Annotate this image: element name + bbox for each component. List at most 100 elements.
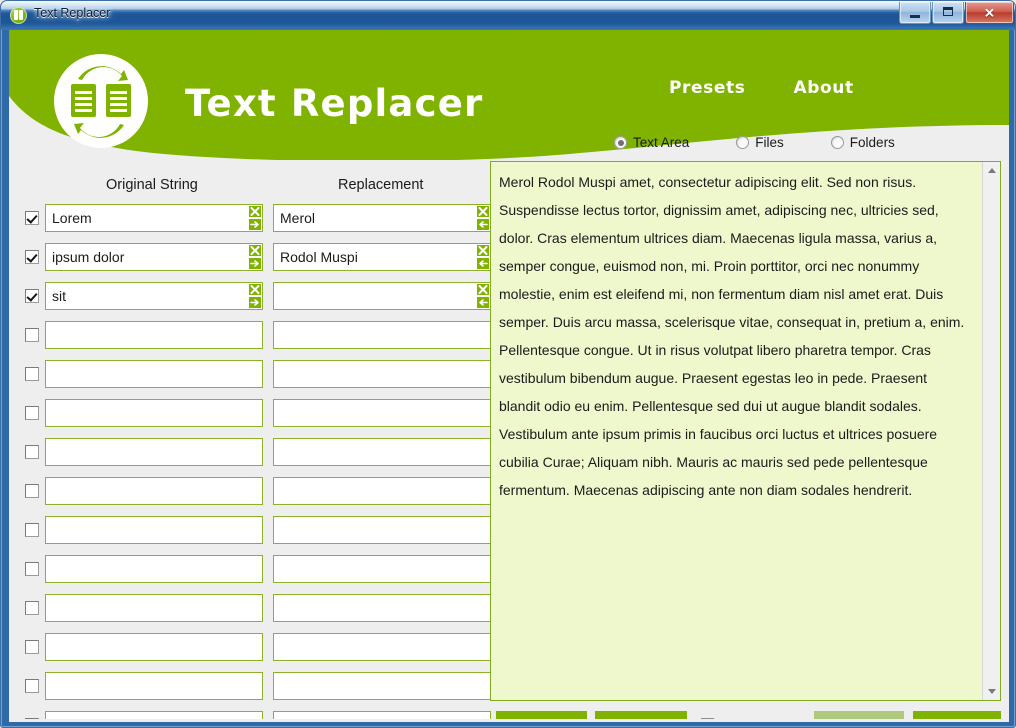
table-row [9, 594, 491, 624]
replacement-string-input[interactable] [273, 321, 491, 349]
original-string-input[interactable] [45, 360, 263, 388]
text-replacer-window: Text Replacer ✕ Text Replacer Presets Ab… [0, 0, 1016, 728]
arrow-right-icon[interactable] [248, 296, 262, 309]
mode-radio-group: Text Area Files Folders [614, 135, 895, 150]
table-row [9, 321, 491, 351]
maximize-icon [943, 7, 953, 16]
arrow-right-icon[interactable] [248, 218, 262, 231]
document-right-icon [106, 84, 131, 117]
clear-x-icon[interactable] [248, 283, 262, 296]
title-bar[interactable]: Text Replacer ✕ [1, 1, 1015, 30]
original-string-input[interactable] [45, 516, 263, 544]
original-string-input[interactable] [45, 477, 263, 505]
table-row [9, 516, 491, 546]
nav-item-about[interactable]: About [793, 78, 853, 98]
app-icon [10, 7, 27, 24]
replacement-string-input[interactable] [273, 594, 491, 622]
replacement-string-input[interactable] [273, 438, 491, 466]
close-button[interactable]: ✕ [965, 2, 1014, 24]
table-row [9, 555, 491, 585]
replacement-string-input[interactable]: Merol [273, 204, 491, 232]
arrow-left-icon[interactable] [476, 257, 490, 270]
original-string-input[interactable] [45, 633, 263, 661]
original-string-input[interactable] [45, 555, 263, 583]
original-string-input[interactable] [45, 672, 263, 700]
replacement-string-input[interactable] [273, 516, 491, 544]
row-enable-checkbox[interactable] [25, 211, 39, 225]
clear-x-icon[interactable] [248, 244, 262, 257]
scroll-up-arrow-icon[interactable] [983, 162, 1000, 179]
table-row [9, 399, 491, 429]
scroll-down-arrow-icon[interactable] [983, 683, 1000, 700]
clear-x-icon[interactable] [248, 205, 262, 218]
original-string-input[interactable] [45, 438, 263, 466]
arrow-left-icon[interactable] [476, 296, 490, 309]
refresh-arrows-icon [74, 66, 128, 138]
original-string-input[interactable]: Lorem [45, 204, 263, 232]
app-title: Text Replacer [185, 82, 484, 125]
row-enable-checkbox[interactable] [25, 445, 39, 459]
row-enable-checkbox[interactable] [25, 640, 39, 654]
table-row: ipsum dolor Rodol Muspi [9, 243, 491, 273]
document-left-icon [71, 84, 96, 117]
row-enable-checkbox[interactable] [25, 523, 39, 537]
row-enable-checkbox[interactable] [25, 601, 39, 615]
replacement-string-input[interactable] [273, 399, 491, 427]
original-string-input[interactable]: sit [45, 282, 263, 310]
replacement-row-actions [476, 283, 490, 309]
arrow-left-icon[interactable] [476, 218, 490, 231]
radio-folders-label: Folders [849, 135, 895, 150]
minimize-icon [910, 15, 920, 18]
table-row [9, 477, 491, 507]
table-row [9, 672, 491, 702]
original-string-input[interactable] [45, 399, 263, 427]
table-row: sit [9, 282, 491, 312]
replacement-row-actions [476, 205, 490, 231]
editor-scrollbar[interactable] [982, 162, 1000, 700]
radio-files-label: Files [755, 135, 784, 150]
row-enable-checkbox[interactable] [25, 250, 39, 264]
replacement-string-input[interactable] [273, 282, 491, 310]
row-enable-checkbox[interactable] [25, 679, 39, 693]
replacement-string-input[interactable] [273, 360, 491, 388]
title-bar-gloss [1, 1, 1015, 12]
radio-dot-icon [736, 136, 750, 149]
original-string-input[interactable]: ipsum dolor [45, 243, 263, 271]
clear-x-icon[interactable] [476, 283, 490, 296]
row-enable-checkbox[interactable] [25, 367, 39, 381]
table-row: Lorem Merol [9, 204, 491, 234]
replacement-string-input[interactable]: Rodol Muspi [273, 243, 491, 271]
clear-x-icon[interactable] [476, 205, 490, 218]
row-enable-checkbox[interactable] [25, 289, 39, 303]
row-enable-checkbox[interactable] [25, 562, 39, 576]
table-row [9, 438, 491, 468]
radio-text-area-label: Text Area [633, 135, 690, 150]
original-string-input[interactable] [45, 594, 263, 622]
replacement-string-input[interactable] [273, 477, 491, 505]
clear-x-icon[interactable] [476, 244, 490, 257]
replacement-string-input[interactable] [273, 555, 491, 583]
row-enable-checkbox[interactable] [25, 328, 39, 342]
column-header-original: Original String [106, 177, 198, 193]
nav-item-presets[interactable]: Presets [669, 78, 745, 98]
replacement-row-actions [476, 244, 490, 270]
window-title: Text Replacer [34, 6, 111, 20]
replacement-string-input[interactable] [273, 672, 491, 700]
radio-text-area[interactable]: Text Area [614, 135, 689, 150]
radio-files[interactable]: Files [736, 135, 784, 150]
close-icon: ✕ [984, 5, 995, 20]
table-row [9, 633, 491, 663]
text-editor[interactable]: Merol Rodol Muspi amet, consectetur adip… [491, 162, 977, 700]
radio-dot-icon [830, 136, 844, 149]
window-frame: Text Replacer ✕ Text Replacer Presets Ab… [0, 0, 1016, 728]
maximize-button[interactable] [932, 2, 964, 24]
arrow-right-icon[interactable] [248, 257, 262, 270]
radio-folders[interactable]: Folders [830, 135, 895, 150]
minimize-button[interactable] [899, 2, 931, 24]
row-enable-checkbox[interactable] [25, 406, 39, 420]
replacement-string-input[interactable] [273, 633, 491, 661]
header-nav: Presets About [669, 78, 854, 98]
original-string-input[interactable] [45, 321, 263, 349]
original-row-actions [248, 205, 262, 231]
row-enable-checkbox[interactable] [25, 484, 39, 498]
